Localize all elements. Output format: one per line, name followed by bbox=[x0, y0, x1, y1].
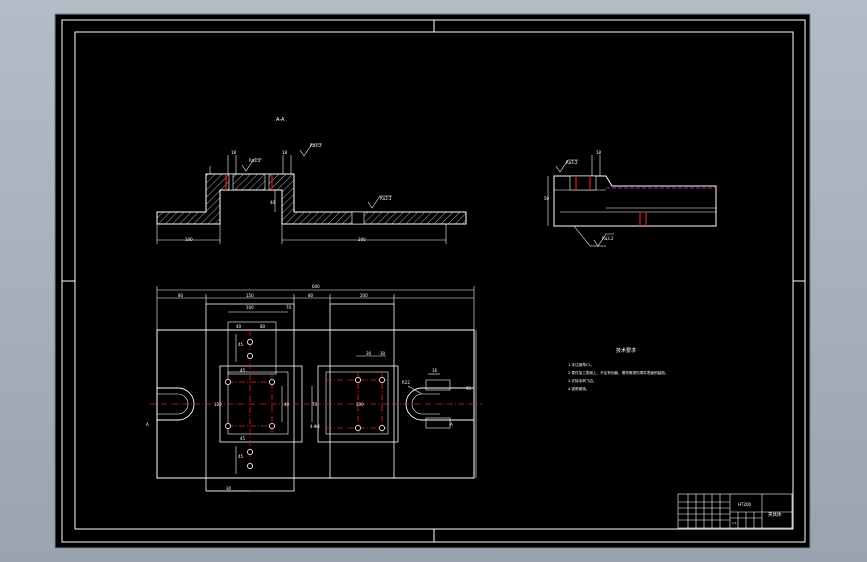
tech-req-item: 3.去除毛刺飞边。 bbox=[568, 378, 597, 383]
title-block-drawing-name: 夹具体 bbox=[768, 511, 782, 518]
section-mark-left: A bbox=[146, 422, 149, 427]
dim-plan: 100 bbox=[246, 305, 254, 310]
dim-plan: 95 bbox=[466, 386, 472, 391]
bore-gap-3 bbox=[351, 211, 365, 225]
tech-req-heading: 技术要求 bbox=[616, 347, 636, 354]
bore-gap-2 bbox=[264, 173, 270, 191]
dim-plan: 45 bbox=[240, 436, 246, 441]
dim-plan: 80 bbox=[260, 324, 266, 329]
dim-plan: 80 bbox=[178, 293, 184, 298]
roughness-label: Ra3.2 bbox=[566, 160, 578, 165]
paper-background bbox=[54, 13, 811, 549]
section-mark-right: A bbox=[450, 422, 453, 427]
roughness-label: Ra3.2 bbox=[380, 196, 392, 201]
title-block-scale: 1:1 bbox=[732, 521, 737, 525]
dim-plan: 30 bbox=[366, 351, 372, 356]
dim-overall: 600 bbox=[312, 284, 320, 289]
tech-req-item: 4.锐角倒钝。 bbox=[568, 386, 589, 391]
dim-plan: 30 bbox=[226, 486, 232, 491]
dim-plan: 40 bbox=[284, 402, 290, 407]
dim-plan: 45 bbox=[240, 368, 246, 373]
dim-plan: 45 bbox=[238, 454, 244, 459]
dim-section-2: 200 bbox=[358, 237, 366, 242]
tech-req-item: 1.未注倒角C1。 bbox=[568, 362, 594, 367]
dim-plan: 40 bbox=[236, 324, 242, 329]
roughness-label: Ra3.2 bbox=[310, 143, 322, 148]
dim-plan: 16 bbox=[432, 368, 438, 373]
drawing-sheet[interactable]: A-A 100 200 40 18 18 Ra3.2 Ra3.2 Ra3.2 R… bbox=[0, 0, 867, 562]
tech-req-item: 2.零件加工表面上，不应有划痕、擦伤等损伤零件表面的缺陷。 bbox=[568, 370, 668, 375]
title-block-material: HT200 bbox=[738, 502, 752, 507]
hole-callout: 4-Φ8 bbox=[310, 424, 320, 429]
section-label: A-A bbox=[276, 117, 285, 123]
dim-plan: 120 bbox=[214, 402, 222, 407]
cad-viewer-window: A-A 100 200 40 18 18 Ra3.2 Ra3.2 Ra3.2 R… bbox=[0, 0, 867, 562]
roughness-label: Ra3.2 bbox=[249, 158, 261, 163]
dim-section-5: 18 bbox=[282, 150, 288, 155]
dim-section-4: 18 bbox=[231, 150, 237, 155]
dim-side-2: 50 bbox=[544, 196, 550, 201]
dim-plan: 80 bbox=[308, 293, 314, 298]
dim-plan: 70 bbox=[286, 305, 292, 310]
dim-plan: R22 bbox=[402, 380, 410, 385]
dim-plan: 200 bbox=[356, 402, 364, 407]
dim-plan: 70 bbox=[312, 402, 318, 407]
dim-plan: 200 bbox=[360, 293, 368, 298]
dim-section-3: 40 bbox=[270, 200, 276, 205]
dim-section-1: 100 bbox=[185, 237, 193, 242]
dim-plan: 150 bbox=[246, 293, 254, 298]
roughness-label: Ra3.2 bbox=[602, 236, 614, 241]
bore-gap-1 bbox=[228, 173, 234, 191]
dim-side-1: 18 bbox=[596, 150, 602, 155]
dim-plan: 30 bbox=[380, 351, 386, 356]
side-slot bbox=[569, 175, 597, 191]
dim-plan: 45 bbox=[238, 342, 244, 347]
